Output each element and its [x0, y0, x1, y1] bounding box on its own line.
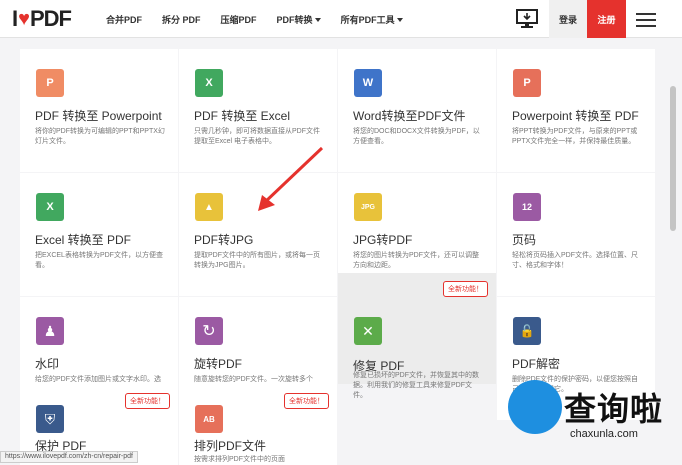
magnifier-icon	[508, 380, 562, 434]
status-bar-url: https://www.ilovepdf.com/zh-cn/repair-pd…	[0, 451, 138, 463]
watermark-logo: 查询啦 chaxunla.com	[508, 380, 678, 452]
watermark-text: 查询啦	[564, 391, 664, 427]
watermark-sub: chaxunla.com	[570, 428, 638, 440]
